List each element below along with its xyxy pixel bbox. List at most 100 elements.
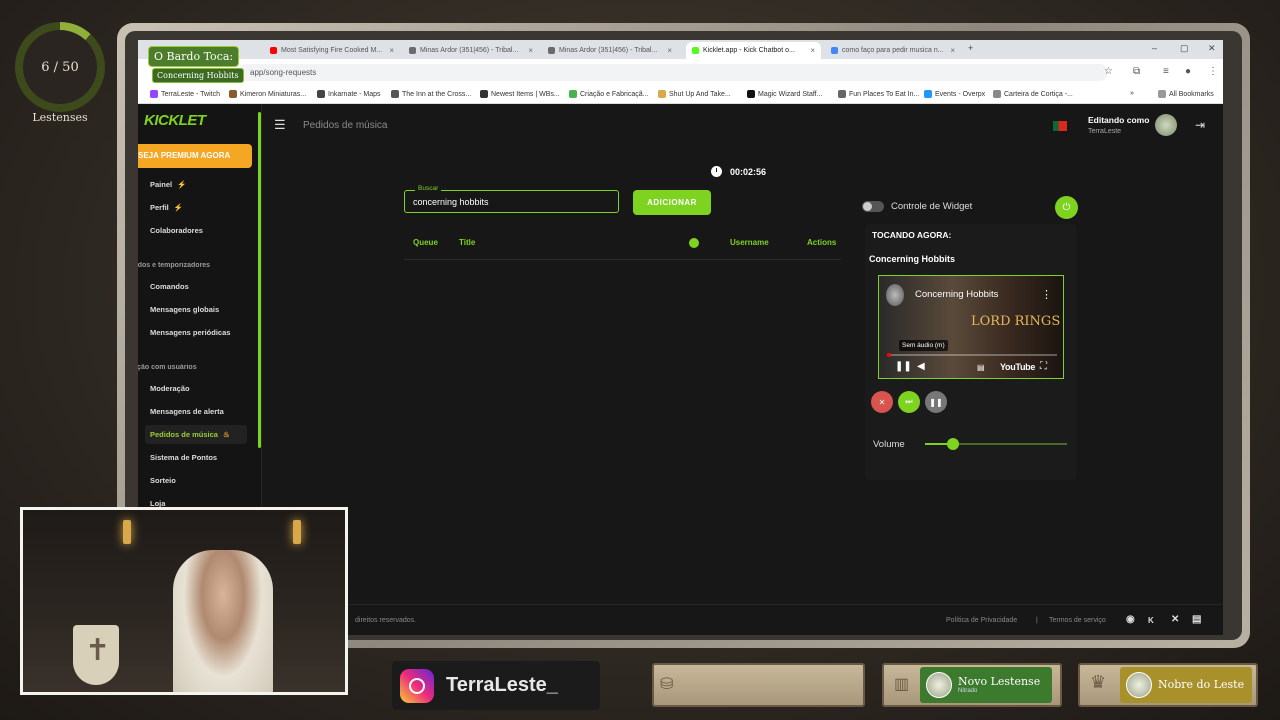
close-icon[interactable]: × [667,46,672,55]
browser-tab-active[interactable]: Kicklet.app - Kick Chatbot o... × [686,42,821,59]
sidebar-item-pedidos-musica[interactable]: Pedidos de música ♨ [145,425,247,444]
bookmark-favicon-icon [658,90,666,98]
bookmark-favicon-icon [838,90,846,98]
sidebar-item-moderacao[interactable]: Moderação [150,384,190,393]
browser-tab[interactable]: Minas Ardor (351|456) - Tribal... × [403,42,539,59]
channel-avatar[interactable] [886,284,904,306]
streamer [173,550,273,692]
bookmark-item[interactable]: Fun Places To Eat In... [838,90,919,98]
lamp-left [123,520,131,544]
search-field[interactable]: Buscar [404,185,619,213]
fullscreen-icon[interactable]: ⛶ [1040,361,1047,372]
column-username[interactable]: Username [730,238,769,247]
browser-tab[interactable]: Minas Ardor (351|456) - Tribal... × [542,42,678,59]
bookmark-item[interactable]: Shut Up And Take... [658,90,731,98]
power-icon[interactable]: ⏻ [1055,196,1078,219]
media-icon[interactable]: ≡ [1163,66,1169,77]
volume-icon[interactable]: ◀ [917,361,925,372]
logout-icon[interactable]: ⇥ [1195,118,1205,132]
bookmark-item[interactable]: Inkarnate - Maps [317,90,381,98]
bookmark-item[interactable]: The Inn at the Cross... [391,90,471,98]
bardo-title: O Bardo Toca: [148,46,240,67]
video-progress-bar[interactable] [887,353,1057,357]
tab-favicon-icon [409,47,416,54]
volume-handle[interactable] [947,438,960,450]
sidebar-item-painel[interactable]: Painel ⚡ [150,180,186,189]
folder-icon [1158,90,1166,98]
portugal-flag-icon[interactable] [1053,121,1067,131]
document-icon[interactable]: ▤ [1192,614,1201,625]
youtube-logo[interactable]: YouTube [1000,362,1035,372]
minimize-icon[interactable]: – [1152,43,1157,53]
extensions-icon[interactable]: ⧉ [1133,66,1140,77]
menu-dots-icon[interactable]: ⋮ [1208,66,1218,77]
address-bar[interactable]: app/song-requests [238,64,1108,81]
nobre-label: Nobre do Leste [1158,678,1245,691]
premium-button[interactable]: SEJA PREMIUM AGORA [138,144,252,168]
novo-lestense-badge: Novo Lestense Nitrado [920,667,1052,703]
novo-lestense-sub: Nitrado [958,688,978,694]
sidebar-section-commands: Comandos e temporizadores [138,262,211,269]
captions-icon[interactable]: ▤ [977,363,985,372]
now-playing-card: TOCANDO AGORA: Concerning Hobbits Concer… [865,224,1077,480]
column-queue[interactable]: Queue [413,238,438,247]
sidebar-item-mensagens-alerta[interactable]: Mensagens de alerta [150,407,224,416]
sidebar-item-sorteio[interactable]: Sorteio [150,476,176,485]
timer-value: 00:02:56 [730,166,767,177]
add-song-button[interactable]: ADICIONAR [633,190,711,215]
avatar[interactable] [1155,114,1177,136]
sidebar-section-users: Interação com usuários [138,364,197,371]
terms-link[interactable]: Termos de serviço [1049,617,1106,624]
search-input[interactable] [413,195,608,209]
privacy-link[interactable]: Política de Privacidade [946,617,1017,624]
bookmark-item[interactable]: Criação e Fabricaçã... [569,90,648,98]
column-title[interactable]: Title [459,238,475,247]
x-twitter-icon[interactable]: ✕ [1171,614,1179,625]
bookmark-favicon-icon [317,90,325,98]
youtube-player[interactable]: Concerning Hobbits ⋮ LORD RINGS Sem áudi… [878,275,1064,379]
star-icon[interactable]: ☆ [1104,66,1113,77]
now-playing-label: TOCANDO AGORA: [872,230,952,240]
bookmark-item[interactable]: Magic Wizard Staff... [747,90,822,98]
kicklet-logo[interactable]: KICKLET [144,112,206,129]
remove-song-button[interactable]: ✕ [871,391,893,413]
new-tab-icon[interactable]: + [968,43,973,53]
all-bookmarks[interactable]: All Bookmarks [1158,90,1214,98]
sidebar-item-mensagens-globais[interactable]: Mensagens globais [150,305,219,314]
video-title[interactable]: Concerning Hobbits [915,289,998,300]
bookmark-item[interactable]: Carteira de Cortiça -... [993,90,1073,98]
sidebar-item-perfil[interactable]: Perfil ⚡ [150,203,183,212]
skip-song-button[interactable]: ⏭ [898,391,920,413]
maximize-icon[interactable]: ▢ [1180,43,1189,54]
close-icon[interactable]: × [528,46,533,55]
bardo-song: Concerning Hobbits [152,68,244,83]
kick-icon[interactable]: K [1148,616,1154,625]
bookmark-item[interactable]: Events - Overpx [924,90,985,98]
widget-control-toggle[interactable] [862,201,884,212]
pause-icon[interactable]: ❚❚ [895,361,912,372]
sidebar-item-colaboradores[interactable]: Colaboradores [150,226,203,235]
sidebar-item-sistema-pontos[interactable]: Sistema de Pontos [150,453,217,462]
profile-icon[interactable]: ● [1185,66,1191,77]
lamp-right [293,520,301,544]
nobre-badge: Nobre do Leste [1120,667,1252,703]
bookmarks-overflow-icon[interactable]: » [1130,90,1134,97]
browser-tab[interactable]: como faço para pedir musica n... × [825,42,961,59]
discord-icon[interactable]: ◉ [1126,614,1135,625]
close-icon[interactable]: × [810,46,815,55]
app-header: ☰ Pedidos de música Editando como TerraL… [262,104,1223,146]
bookmark-item[interactable]: Kimeron Miniaturas... [229,90,306,98]
sidebar-item-comandos[interactable]: Comandos [150,282,189,291]
browser-tab[interactable]: Most Satisfying Fire Cooked M... × [264,42,400,59]
pause-song-button[interactable]: ❚❚ [925,391,947,413]
sidebar-scrollbar[interactable] [258,112,261,448]
bookmark-item[interactable]: Newest Items | WBs... [480,90,560,98]
close-icon[interactable]: × [389,46,394,55]
volume-slider[interactable] [925,438,1067,450]
close-icon[interactable]: × [950,46,955,55]
hamburger-menu-icon[interactable]: ☰ [274,117,286,133]
window-close-icon[interactable]: ✕ [1208,43,1216,54]
bookmark-item[interactable]: TerraLeste - Twitch [150,90,220,98]
more-options-icon[interactable]: ⋮ [1041,288,1052,301]
sidebar-item-mensagens-periodicas[interactable]: Mensagens periódicas [150,328,230,337]
